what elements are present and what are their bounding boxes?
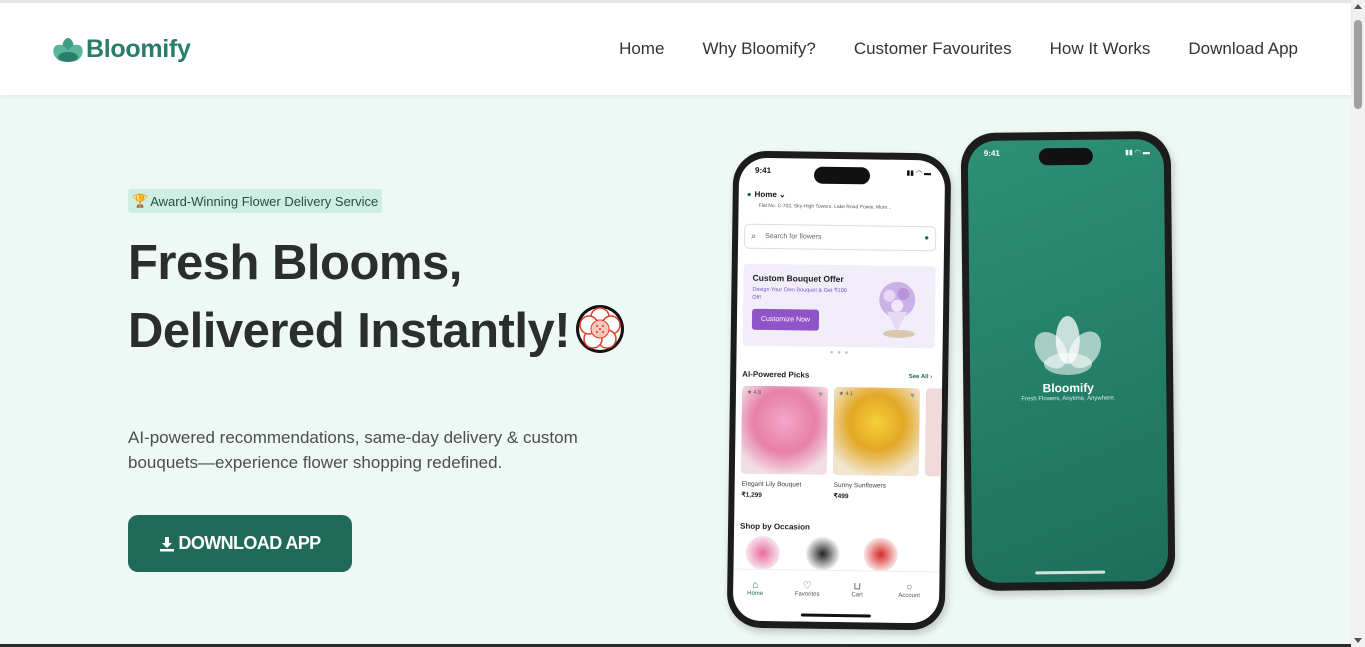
product-image — [740, 385, 829, 475]
product-name: Sunny Sunflowers — [833, 481, 887, 490]
product-image — [924, 388, 946, 477]
app-tab-favorites: ♡ Favorites — [789, 580, 825, 598]
product-image — [832, 386, 921, 477]
splash-brand-name: Bloomify — [1042, 380, 1095, 396]
nav-how-it-works[interactable]: How It Works — [1050, 39, 1151, 59]
occasion-image — [863, 537, 898, 572]
app-location: ● Home ⌄ — [747, 190, 786, 200]
status-icons: ▮▮ ◠ ▬ — [906, 169, 932, 178]
lotus-logo-icon — [1034, 316, 1102, 376]
download-icon — [160, 536, 175, 551]
banner-subtitle: Design Your Own Bouquet & Get ₹100 Off! — [752, 286, 847, 301]
banner-button: Customize Now — [751, 308, 820, 331]
occasion-image — [745, 535, 780, 571]
brand-name: Bloomify — [86, 35, 191, 63]
ai-picks-heading: AI-Powered Picks — [742, 369, 810, 380]
phone-mockup-app: 9:41 ▮▮ ◠ ▬ ● Home ⌄ Flat No. C-702, Sky-… — [726, 150, 952, 631]
splash-tagline: Fresh Flowers, Anytime, Anywhere. — [1021, 395, 1116, 403]
app-tab-bar: ⌂ Home ♡ Favorites ⊔ Cart ○ Account — [732, 568, 940, 624]
nav-customer-favourites[interactable]: Customer Favourites — [854, 39, 1012, 59]
occasion-heading: Shop by Occasion — [740, 521, 810, 532]
product-name: Elegant Lily Bouquet — [741, 480, 802, 489]
home-indicator — [1035, 570, 1106, 575]
download-app-button[interactable]: DOWNLOAD APP — [128, 515, 352, 572]
heart-outline-icon: ♡ — [802, 580, 812, 592]
product-card: ★ 4.1 ♥ Sunny Sunflowers ₹499 — [832, 386, 921, 516]
bouquet-image — [879, 281, 916, 338]
trophy-icon: 🏆 — [132, 193, 149, 208]
app-search-bar: ⌕ Search for flowers ● — [743, 223, 937, 252]
product-rating: ★ 4.1 — [838, 390, 854, 398]
heart-icon: ♥ — [910, 390, 915, 401]
app-tab-cart: ⊔ Cart — [839, 581, 875, 599]
nav-download-app[interactable]: Download App — [1188, 39, 1298, 59]
download-app-label: DOWNLOAD APP — [178, 533, 321, 553]
home-indicator — [800, 613, 871, 618]
app-tab-account: ○ Account — [891, 582, 927, 600]
app-offer-banner: Custom Bouquet Offer Design Your Own Bou… — [742, 263, 936, 349]
home-icon: ⌂ — [752, 579, 759, 591]
product-card: ★ 4.8 ♥ Elegant Lily Bouquet ₹1,299 — [740, 385, 829, 515]
page-scrollbar[interactable] — [1351, 0, 1365, 647]
hero-description: AI-powered recommendations, same-day del… — [128, 428, 578, 472]
award-badge: 🏆 Award-Winning Flower Delivery Service — [128, 189, 383, 213]
app-tab-label: Favorites — [794, 591, 820, 598]
app-tab-label: Cart — [851, 592, 863, 599]
site-header: Bloomify Home Why Bloomify? Customer Fav… — [0, 3, 1351, 95]
mic-icon: ● — [924, 233, 930, 243]
product-rating: ★ 4.8 — [746, 389, 762, 396]
app-tab-home: ⌂ Home — [737, 580, 773, 598]
app-tab-label: Home — [747, 590, 764, 597]
flower-emoji-icon — [576, 305, 625, 353]
hero-section: 🏆 Award-Winning Flower Delivery Service … — [0, 95, 1351, 644]
product-price: ₹1,299 — [741, 491, 762, 499]
scroll-down-arrow-icon[interactable] — [1354, 638, 1362, 643]
status-icons: ▮▮ ◠ ▬ — [1125, 149, 1150, 157]
nav-home[interactable]: Home — [619, 39, 664, 59]
cart-icon: ⊔ — [853, 581, 862, 593]
app-screen: 9:41 ▮▮ ◠ ▬ ● Home ⌄ Flat No. C-702, Sky-… — [732, 157, 946, 624]
app-address: Flat No. C-702, Sky-High Towers, Lake Ro… — [758, 202, 892, 211]
app-tab-label: Account — [898, 592, 921, 600]
scroll-up-arrow-icon[interactable] — [1354, 4, 1362, 9]
brand-logo[interactable]: Bloomify — [52, 35, 191, 64]
chevron-down-icon: ⌄ — [776, 190, 786, 200]
banner-title: Custom Bouquet Offer — [752, 272, 844, 285]
location-pin-icon: ● — [746, 189, 752, 199]
splash-screen: 9:41 ▮▮ ◠ ▬ Bloomify Fresh Flowers, Anyt… — [967, 138, 1169, 584]
search-icon: ⌕ — [751, 230, 757, 241]
scrollbar-thumb[interactable] — [1354, 20, 1362, 109]
see-all-label: See All — [908, 373, 929, 381]
lotus-logo-icon — [53, 37, 83, 62]
hero-title-line1: Fresh Blooms, — [128, 236, 462, 290]
app-search-placeholder: Search for flowers — [765, 232, 822, 241]
occasion-image — [805, 536, 840, 572]
product-price: ₹499 — [833, 492, 849, 501]
nav-why-bloomify[interactable]: Why Bloomify? — [702, 39, 815, 59]
dynamic-island — [813, 166, 871, 185]
main-nav: Home Why Bloomify? Customer Favourites H… — [619, 39, 1298, 59]
hero-title-line2: Delivered Instantly! — [128, 303, 626, 359]
app-location-label: Home — [754, 189, 777, 200]
carousel-dots: ● ● ● — [829, 349, 850, 357]
see-all-link: See All › — [908, 373, 933, 381]
product-rating-value: 4.8 — [753, 389, 762, 396]
heart-icon: ♥ — [818, 389, 824, 399]
hero-title-line2-text: Delivered Instantly! — [128, 304, 571, 358]
status-time: 9:41 — [755, 165, 772, 176]
product-rating-value: 4.1 — [845, 391, 854, 398]
status-time: 9:41 — [983, 148, 1000, 158]
product-card-partial — [924, 388, 946, 516]
award-badge-text: Award-Winning Flower Delivery Service — [150, 193, 379, 209]
dynamic-island — [1038, 147, 1093, 166]
user-icon: ○ — [906, 581, 913, 594]
phone-mockup-splash: 9:41 ▮▮ ◠ ▬ Bloomify Fresh Flowers, Anyt… — [960, 130, 1176, 592]
